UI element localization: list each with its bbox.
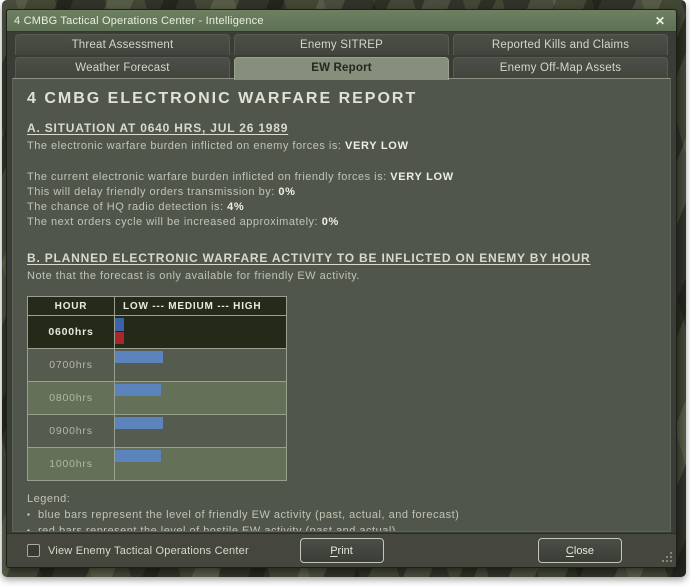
close-icon[interactable]: ✕ xyxy=(644,10,676,32)
hour-cell: 0900hrs xyxy=(28,415,115,448)
friendly-burden-line: The current electronic warfare burden in… xyxy=(27,170,656,185)
activity-cell xyxy=(115,382,287,415)
hour-cell: 0700hrs xyxy=(28,349,115,382)
bullet-icon: ▪ xyxy=(27,507,38,523)
friendly-ew-bar xyxy=(115,384,161,396)
activity-cell xyxy=(115,448,287,481)
hour-cell: 0800hrs xyxy=(28,382,115,415)
friendly-ew-bar xyxy=(115,318,124,331)
forecast-note: Note that the forecast is only available… xyxy=(27,269,656,284)
window-title: 4 CMBG Tactical Operations Center - Inte… xyxy=(7,15,264,27)
checkbox-label: View Enemy Tactical Operations Center xyxy=(48,545,249,557)
tab-enemy-sitrep[interactable]: Enemy SITREP xyxy=(234,34,449,55)
friendly-ew-bar xyxy=(115,351,163,363)
friendly-ew-bar xyxy=(115,417,163,429)
view-enemy-toc-option[interactable]: View Enemy Tactical Operations Center xyxy=(27,534,249,567)
bullet-icon: ▪ xyxy=(27,523,38,532)
table-row: 1000hrs xyxy=(28,448,287,481)
activity-cell xyxy=(115,316,287,349)
hour-column-header: HOUR xyxy=(28,297,115,316)
table-header-row: HOUR LOW --- MEDIUM --- HIGH xyxy=(28,297,287,316)
tab-weather-forecast[interactable]: Weather Forecast xyxy=(15,57,230,78)
activity-cell xyxy=(115,349,287,382)
section-b-heading: B. PLANNED ELECTRONIC WARFARE ACTIVITY T… xyxy=(27,251,656,266)
table-row: 0700hrs xyxy=(28,349,287,382)
legend-item-hostile: ▪red bars represent the level of hostile… xyxy=(27,523,656,532)
ew-activity-table: HOUR LOW --- MEDIUM --- HIGH 0600hrs xyxy=(27,296,287,481)
radio-detection-line: The chance of HQ radio detection is: 4% xyxy=(27,200,656,215)
hour-label: 0600hrs xyxy=(48,326,93,338)
print-button[interactable]: Print xyxy=(300,538,384,563)
legend-item-friendly: ▪blue bars represent the level of friend… xyxy=(27,507,656,523)
toc-window: 4 CMBG Tactical Operations Center - Inte… xyxy=(6,9,677,568)
friendly-ew-bar xyxy=(115,450,161,462)
radio-detection-value: 4% xyxy=(227,201,244,213)
enemy-burden-line: The electronic warfare burden inflicted … xyxy=(27,139,656,154)
hour-label: 0900hrs xyxy=(49,425,93,437)
legend-title: Legend: xyxy=(27,492,656,507)
tab-reported-kills-and-claims[interactable]: Reported Kills and Claims xyxy=(453,34,668,55)
orders-cycle-line: The next orders cycle will be increased … xyxy=(27,215,656,230)
close-button[interactable]: Close xyxy=(538,538,622,563)
checkbox-icon[interactable] xyxy=(27,544,40,557)
hostile-ew-bar xyxy=(115,332,124,344)
scale-column-header: LOW --- MEDIUM --- HIGH xyxy=(115,297,287,316)
activity-cell xyxy=(115,415,287,448)
section-a-heading: A. SITUATION AT 0640 HRS, JUL 26 1989 xyxy=(27,121,656,136)
legend-block: Legend: ▪blue bars represent the level o… xyxy=(27,492,656,532)
resize-grip-icon[interactable] xyxy=(666,556,668,558)
table-row: 0800hrs xyxy=(28,382,287,415)
ew-table-body: 0600hrs 0700hrs xyxy=(28,316,287,481)
orders-delay-line: This will delay friendly orders transmis… xyxy=(27,185,656,200)
friendly-burden-value: VERY LOW xyxy=(390,171,454,183)
window-titlebar: 4 CMBG Tactical Operations Center - Inte… xyxy=(7,10,676,32)
enemy-burden-value: VERY LOW xyxy=(345,140,409,152)
report-title: 4 CMBG ELECTRONIC WARFARE REPORT xyxy=(27,90,656,108)
footer-bar: View Enemy Tactical Operations Center Pr… xyxy=(7,533,676,567)
tab-strip: Threat Assessment Enemy SITREP Reported … xyxy=(15,34,668,78)
orders-delay-value: 0% xyxy=(278,186,295,198)
hour-cell: 0600hrs xyxy=(28,316,115,349)
tab-threat-assessment[interactable]: Threat Assessment xyxy=(15,34,230,55)
tab-enemy-off-map-assets[interactable]: Enemy Off-Map Assets xyxy=(453,57,668,78)
screenshot-stage: 4 CMBG Tactical Operations Center - Inte… xyxy=(0,0,690,587)
tab-ew-report[interactable]: EW Report xyxy=(234,57,449,80)
hour-label: 0800hrs xyxy=(49,392,93,404)
table-row: 0900hrs xyxy=(28,415,287,448)
hour-label: 0700hrs xyxy=(49,359,93,371)
ew-report-panel: 4 CMBG ELECTRONIC WARFARE REPORT A. SITU… xyxy=(12,78,671,532)
orders-cycle-value: 0% xyxy=(322,216,339,228)
table-row: 0600hrs xyxy=(28,316,287,349)
hour-label: 1000hrs xyxy=(49,458,93,470)
hour-cell: 1000hrs xyxy=(28,448,115,481)
